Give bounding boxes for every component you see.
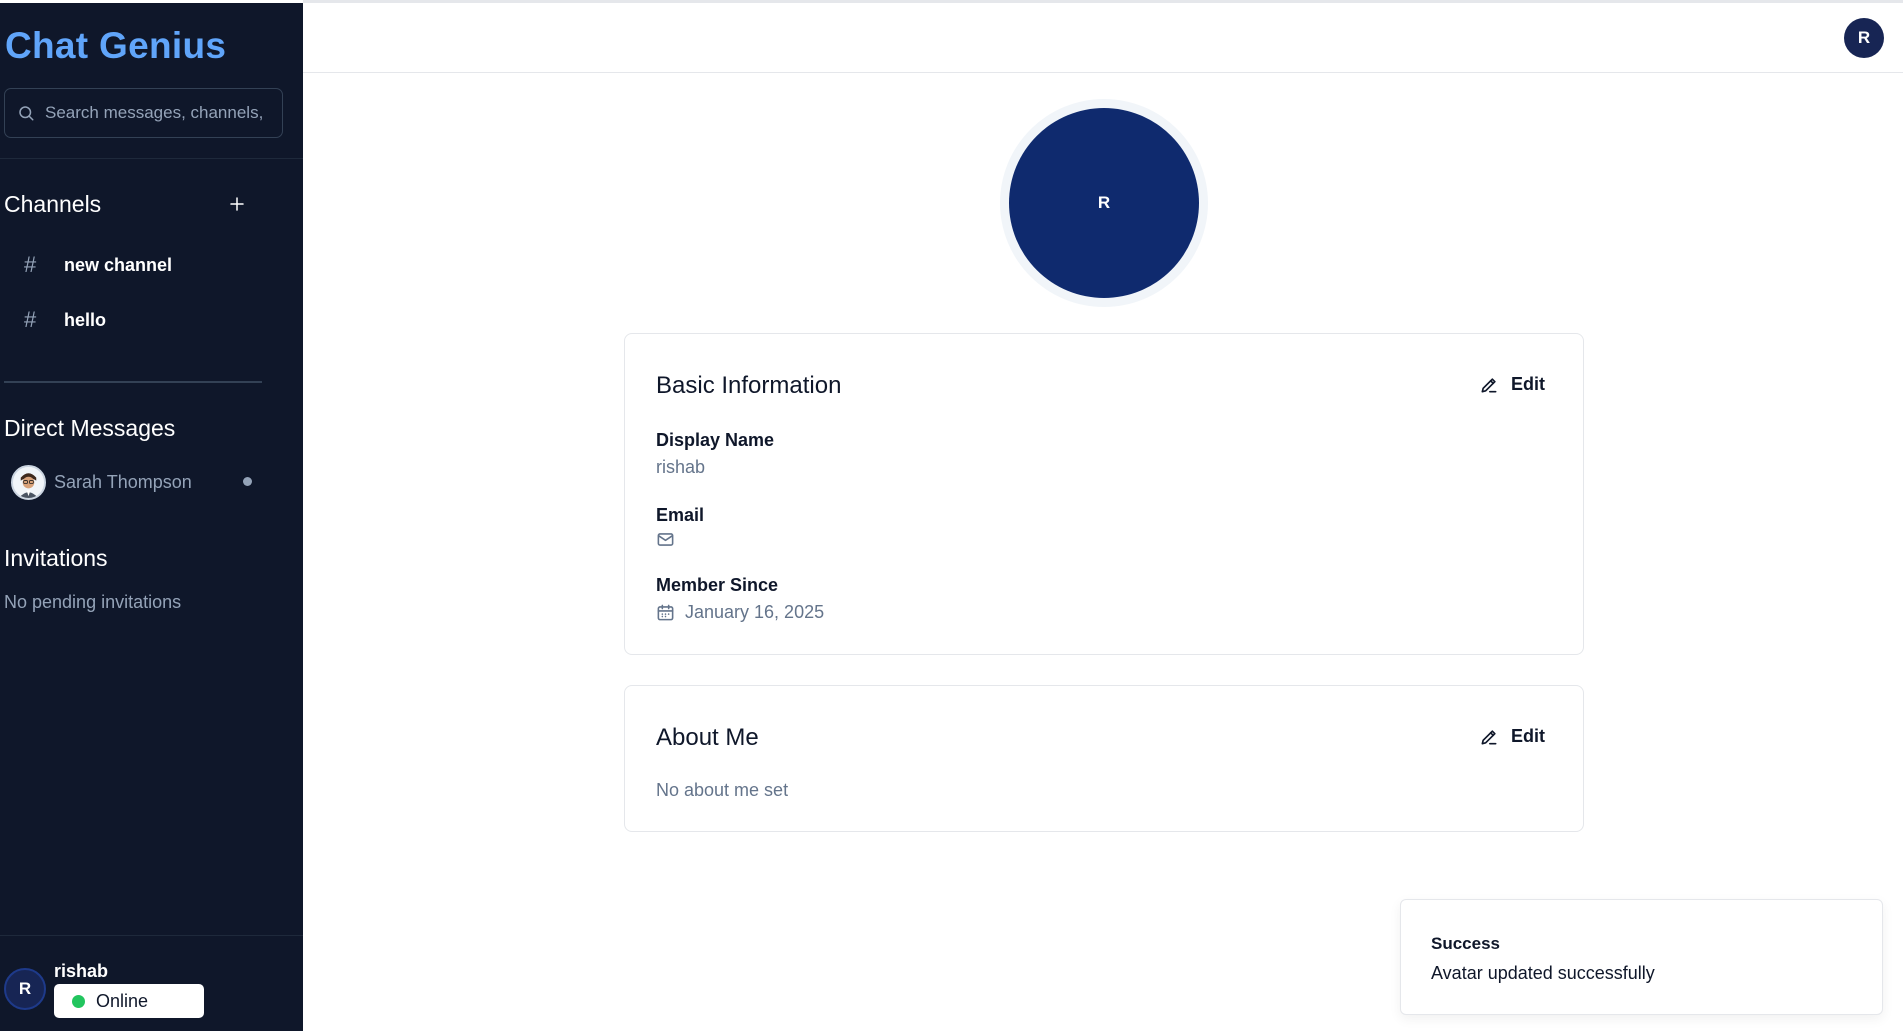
invitations-empty-text: No pending invitations <box>4 592 182 612</box>
add-channel-button[interactable] <box>225 192 249 216</box>
sidebar-divider <box>0 935 303 936</box>
profile-avatar[interactable]: R <box>1009 108 1199 298</box>
toast-title: Success <box>1431 934 1500 953</box>
sidebar-divider <box>0 158 303 159</box>
pencil-icon <box>1481 377 1497 392</box>
current-user-avatar[interactable]: R <box>4 968 46 1010</box>
dm-item-sarah-thompson[interactable]: Sarah Thompson <box>11 464 261 500</box>
member-since-label: Member Since <box>656 575 779 595</box>
edit-label: Edit <box>1511 726 1545 746</box>
search-icon <box>19 106 34 121</box>
edit-basic-info-button[interactable]: Edit <box>1479 374 1545 395</box>
user-photo-icon <box>13 466 44 498</box>
channels-heading: Channels <box>4 191 102 217</box>
search-box[interactable] <box>4 88 283 138</box>
current-user-name: rishab <box>54 961 109 981</box>
header-user-avatar[interactable]: R <box>1844 18 1884 58</box>
about-me-card: About Me Edit No about me set <box>624 685 1584 832</box>
channel-item-new-channel[interactable]: # new channel <box>24 245 264 285</box>
calendar-icon <box>657 604 674 621</box>
app-root: Chat Genius Channels # new channel # hel… <box>0 0 1903 1031</box>
mail-icon <box>657 533 674 546</box>
profile-avatar-ring: R <box>1000 99 1208 307</box>
presence-indicator <box>243 477 252 486</box>
email-label: Email <box>656 505 705 525</box>
dm-name: Sarah Thompson <box>54 471 192 492</box>
channel-item-hello[interactable]: # hello <box>24 300 264 340</box>
basic-info-card: Basic Information Edit Display Name rish… <box>624 333 1584 655</box>
search-input[interactable] <box>45 103 265 123</box>
channel-label: new channel <box>64 254 173 275</box>
status-label: Online <box>96 990 149 1011</box>
brand-title: Chat Genius <box>5 25 227 66</box>
edit-label: Edit <box>1511 374 1545 394</box>
status-selector[interactable]: Online <box>54 984 204 1018</box>
edit-about-me-button[interactable]: Edit <box>1479 726 1545 747</box>
member-since-value: January 16, 2025 <box>685 602 825 622</box>
online-status-icon <box>72 994 85 1008</box>
member-since-row: January 16, 2025 <box>656 602 824 623</box>
header-divider <box>303 72 1903 73</box>
display-name-value: rishab <box>656 457 706 477</box>
about-me-title: About Me <box>656 724 759 751</box>
avatar <box>11 464 46 500</box>
basic-info-title: Basic Information <box>656 372 842 399</box>
hash-icon: # <box>24 307 37 332</box>
top-border <box>303 0 1903 3</box>
direct-messages-heading: Direct Messages <box>4 415 176 441</box>
channel-label: hello <box>64 309 107 330</box>
pencil-icon <box>1481 729 1497 744</box>
about-me-value: No about me set <box>656 780 789 800</box>
email-row <box>656 530 685 549</box>
plus-icon <box>230 197 244 211</box>
hash-icon: # <box>24 252 37 277</box>
sidebar-divider <box>4 381 262 383</box>
invitations-heading: Invitations <box>4 545 108 571</box>
toast-description: Avatar updated successfully <box>1431 963 1655 983</box>
sidebar: Chat Genius Channels # new channel # hel… <box>0 3 303 1031</box>
display-name-label: Display Name <box>656 430 775 450</box>
success-toast[interactable]: Success Avatar updated successfully <box>1400 899 1883 1015</box>
